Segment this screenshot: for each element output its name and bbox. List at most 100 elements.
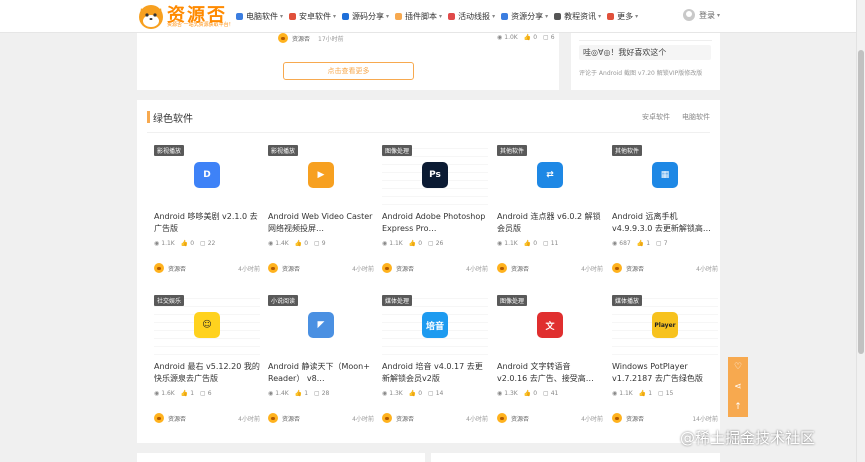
- app-icon: 培音: [422, 312, 448, 338]
- avatar[interactable]: [268, 263, 278, 273]
- card-time: 4小时前: [352, 265, 374, 273]
- card-title[interactable]: Android Adobe Photoshop Express Pro…: [382, 211, 488, 235]
- card-thumbnail[interactable]: 其他软件 ⇄: [497, 145, 603, 205]
- avatar[interactable]: [612, 413, 622, 423]
- scrollbar[interactable]: [856, 0, 865, 462]
- author-name[interactable]: 资源否: [396, 414, 414, 423]
- card-author: 资源否 4小时前: [497, 413, 603, 423]
- app-icon: Ps: [422, 162, 448, 188]
- nav-item-5[interactable]: 资源分享 ▾: [501, 11, 548, 22]
- author-name[interactable]: 资源否: [511, 414, 529, 423]
- card-thumbnail[interactable]: 社交娱乐 ☺: [154, 295, 260, 355]
- card-thumbnail[interactable]: 小说阅读 ◤: [268, 295, 374, 355]
- comment-count: 26: [435, 240, 444, 247]
- gift-icon: [448, 13, 456, 20]
- comment-text[interactable]: 哇◎∀◎！我好喜欢这个: [579, 45, 711, 60]
- scrollbar-thumb[interactable]: [858, 50, 864, 354]
- software-card[interactable]: 媒体处理 培音 Android 培音 v4.0.17 去更新解锁会员v2版 ◉ 1…: [382, 295, 488, 425]
- section-link-pc[interactable]: 电脑软件: [682, 112, 710, 122]
- author-name[interactable]: 资源否: [168, 264, 186, 273]
- thumb-up-icon: 👍: [180, 240, 189, 247]
- heart-icon[interactable]: ♡: [734, 362, 742, 372]
- software-card[interactable]: 影视播放 ▶ Android Web Video Caster 网络视频投屏… …: [268, 145, 374, 275]
- comment-icon: ▢: [658, 390, 664, 397]
- card-title[interactable]: Android 远离手机 v4.9.9.3.0 去更新解锁高…: [612, 211, 718, 235]
- category-tag[interactable]: 其他软件: [497, 145, 528, 156]
- like-count: 1: [646, 240, 651, 247]
- author-name[interactable]: 资源否: [282, 264, 300, 273]
- category-tag[interactable]: 影视播放: [154, 145, 185, 156]
- software-card[interactable]: 影视播放 D Android 哆哆美剧 v2.1.0 去广告版 ◉ 1.1K 👍 0…: [154, 145, 260, 275]
- software-card[interactable]: 其他软件 ▦ Android 远离手机 v4.9.9.3.0 去更新解锁高… ◉…: [612, 145, 718, 275]
- card-time: 4小时前: [581, 415, 603, 423]
- software-card[interactable]: 社交娱乐 ☺ Android 最右 v5.12.20 我的快乐源泉去广告版 ◉ 1…: [154, 295, 260, 425]
- author-name[interactable]: 资源否: [282, 414, 300, 423]
- category-tag[interactable]: 图像处理: [382, 145, 413, 156]
- card-title[interactable]: Android 哆哆美剧 v2.1.0 去广告版: [154, 211, 260, 235]
- nav-item-6[interactable]: 教程资讯 ▾: [554, 11, 601, 22]
- section-link-android[interactable]: 安卓软件: [642, 112, 670, 122]
- software-card[interactable]: 图像处理 文 Android 文字转语音 v2.0.16 去广告、接受高… ◉ 1…: [497, 295, 603, 425]
- load-more-button[interactable]: 点击查看更多: [283, 62, 414, 80]
- card-title[interactable]: Android 静读天下（Moon+ Reader） v8…: [268, 361, 374, 385]
- avatar[interactable]: [382, 413, 392, 423]
- category-tag[interactable]: 社交娱乐: [154, 295, 185, 306]
- author-name[interactable]: 资源否: [626, 264, 644, 273]
- arrow-up-icon[interactable]: ↑: [734, 402, 742, 412]
- card-thumbnail[interactable]: 媒体播放 Player: [612, 295, 718, 355]
- card-thumbnail[interactable]: 影视播放 D: [154, 145, 260, 205]
- card-title[interactable]: Windows PotPlayer v1.7.2187 去广告绿色版: [612, 361, 718, 385]
- comment-count: 14: [435, 390, 444, 397]
- main-nav: 电脑软件 ▾ 安卓软件 ▾ 源码分享 ▾ 插件脚本 ▾ 活动线报 ▾ 资源分享 ▾ 教程资讯 ▾ 更多 ▾: [236, 0, 644, 33]
- nav-item-1[interactable]: 安卓软件 ▾: [289, 11, 336, 22]
- avatar[interactable]: [497, 413, 507, 423]
- card-title[interactable]: Android Web Video Caster 网络视频投屏…: [268, 211, 374, 235]
- card-title[interactable]: Android 培音 v4.0.17 去更新解锁会员v2版: [382, 361, 488, 385]
- category-tag[interactable]: 图像处理: [497, 295, 528, 306]
- category-tag[interactable]: 媒体处理: [382, 295, 413, 306]
- category-tag[interactable]: 影视播放: [268, 145, 299, 156]
- card-title[interactable]: Android 最右 v5.12.20 我的快乐源泉去广告版: [154, 361, 260, 385]
- nav-item-7[interactable]: 更多 ▾: [607, 11, 638, 22]
- card-thumbnail[interactable]: 图像处理 Ps: [382, 145, 488, 205]
- category-tag[interactable]: 其他软件: [612, 145, 643, 156]
- card-thumbnail[interactable]: 影视播放 ▶: [268, 145, 374, 205]
- category-tag[interactable]: 小说阅读: [268, 295, 299, 306]
- author-name[interactable]: 资源否: [626, 414, 644, 423]
- card-stats: ◉ 1.1K 👍 0 ▢ 11: [497, 240, 564, 247]
- avatar[interactable]: [612, 263, 622, 273]
- nav-item-2[interactable]: 源码分享 ▾: [342, 11, 389, 22]
- software-card[interactable]: 媒体播放 Player Windows PotPlayer v1.7.2187 …: [612, 295, 718, 425]
- avatar[interactable]: [382, 263, 392, 273]
- chevron-down-icon: ▾: [717, 11, 721, 19]
- software-card[interactable]: 其他软件 ⇄ Android 连点器 v6.0.2 解锁会员版 ◉ 1.1K 👍 0…: [497, 145, 603, 275]
- software-card[interactable]: 小说阅读 ◤ Android 静读天下（Moon+ Reader） v8… ◉ 1…: [268, 295, 374, 425]
- view-count: 1.3K: [504, 390, 518, 397]
- card-title[interactable]: Android 文字转语音 v2.0.16 去广告、接受高…: [497, 361, 603, 385]
- avatar[interactable]: [154, 413, 164, 423]
- like-count: 0: [304, 240, 309, 247]
- avatar[interactable]: [497, 263, 507, 273]
- nav-item-0[interactable]: 电脑软件 ▾: [236, 11, 283, 22]
- card-thumbnail[interactable]: 媒体处理 培音: [382, 295, 488, 355]
- avatar[interactable]: [154, 263, 164, 273]
- app-icon-glyph: ▶: [317, 170, 325, 180]
- comment-meta[interactable]: 评论于 Android 截图 v7.20 解锁VIP版修改版: [579, 68, 711, 77]
- login-link[interactable]: 登录 ▾: [683, 9, 720, 21]
- author-name[interactable]: 资源否: [396, 264, 414, 273]
- software-card[interactable]: 图像处理 Ps Android Adobe Photoshop Express …: [382, 145, 488, 275]
- like-count: 0: [533, 240, 538, 247]
- category-tag[interactable]: 媒体播放: [612, 295, 643, 306]
- card-thumbnail[interactable]: 图像处理 文: [497, 295, 603, 355]
- app-icon: ☺: [194, 312, 220, 338]
- author-name[interactable]: 资源否: [511, 264, 529, 273]
- nav-item-3[interactable]: 插件脚本 ▾: [395, 11, 442, 22]
- comment-icon: ▢: [200, 240, 206, 247]
- share-icon[interactable]: ⋖: [734, 382, 742, 392]
- card-thumbnail[interactable]: 其他软件 ▦: [612, 145, 718, 205]
- site-logo[interactable]: 资源否 资源否 一站式资源获取平台！: [137, 2, 234, 31]
- nav-item-4[interactable]: 活动线报 ▾: [448, 11, 495, 22]
- avatar[interactable]: [268, 413, 278, 423]
- card-title[interactable]: Android 连点器 v6.0.2 解锁会员版: [497, 211, 603, 235]
- author-name[interactable]: 资源否: [168, 414, 186, 423]
